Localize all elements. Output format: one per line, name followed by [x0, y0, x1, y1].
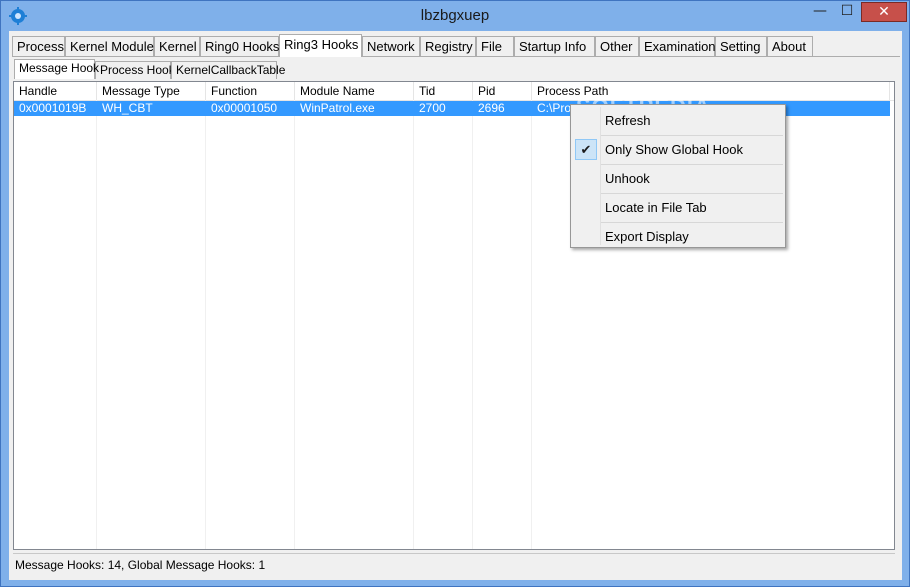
- cell-message-type: WH_CBT: [102, 101, 153, 115]
- tab-process-hook[interactable]: Process Hook: [95, 61, 175, 79]
- column-header-pid[interactable]: Pid: [473, 82, 532, 100]
- list-header: Handle Message Type Function Module Name…: [14, 82, 894, 101]
- menu-item-locate-in-file-tab[interactable]: Locate in File Tab: [573, 194, 783, 221]
- menu-item-refresh[interactable]: Refresh: [573, 107, 783, 134]
- tab-process[interactable]: Process: [12, 36, 65, 56]
- tab-startup-info[interactable]: Startup Info: [514, 36, 595, 56]
- grid-divider: [531, 100, 532, 549]
- title-bar[interactable]: lbzbgxuep — ☐ ✕: [1, 1, 909, 31]
- checkmark-icon: ✔: [575, 139, 597, 160]
- grid-divider: [472, 100, 473, 549]
- close-button[interactable]: ✕: [861, 2, 907, 22]
- menu-item-label: Locate in File Tab: [605, 200, 707, 215]
- app-window: lbzbgxuep — ☐ ✕ Process Kernel Module Ke…: [0, 0, 910, 587]
- grid-divider: [413, 100, 414, 549]
- cell-module-name: WinPatrol.exe: [300, 101, 375, 115]
- menu-item-label: Only Show Global Hook: [605, 142, 744, 157]
- grid-divider: [205, 100, 206, 549]
- menu-item-export-display[interactable]: Export Display: [573, 223, 783, 250]
- column-header-handle[interactable]: Handle: [14, 82, 97, 100]
- column-header-module-name[interactable]: Module Name: [295, 82, 414, 100]
- tab-other[interactable]: Other: [595, 36, 639, 56]
- column-header-tid[interactable]: Tid: [414, 82, 473, 100]
- status-bar: Message Hooks: 14, Global Message Hooks:…: [13, 553, 895, 572]
- sub-tab-strip: Message Hook Process Hook KernelCallback…: [12, 59, 900, 79]
- menu-item-only-show-global-hook[interactable]: ✔ Only Show Global Hook: [573, 136, 783, 163]
- grid-divider: [294, 100, 295, 549]
- tab-about[interactable]: About: [767, 36, 813, 56]
- cell-handle: 0x0001019B: [19, 101, 87, 115]
- menu-item-label: Unhook: [605, 171, 650, 186]
- column-header-function[interactable]: Function: [206, 82, 295, 100]
- window-title: lbzbgxuep: [420, 7, 490, 24]
- menu-item-label: Refresh: [605, 113, 651, 128]
- tab-file[interactable]: File: [476, 36, 514, 56]
- cell-function: 0x00001050: [211, 101, 278, 115]
- tab-kernel-callback-table[interactable]: KernelCallbackTable: [171, 61, 285, 79]
- cell-tid: 2700: [419, 101, 446, 115]
- tab-registry[interactable]: Registry: [420, 36, 476, 56]
- column-header-message-type[interactable]: Message Type: [97, 82, 206, 100]
- tab-ring0-hooks[interactable]: Ring0 Hooks: [200, 36, 279, 56]
- main-tab-strip: Process Kernel Module Kernel Ring0 Hooks…: [12, 34, 900, 57]
- tab-kernel-module[interactable]: Kernel Module: [65, 36, 154, 56]
- grid-divider: [96, 100, 97, 549]
- tab-ring3-hooks[interactable]: Ring3 Hooks: [279, 34, 362, 57]
- menu-item-unhook[interactable]: Unhook: [573, 165, 783, 192]
- menu-item-label: Export Display: [605, 229, 689, 244]
- tab-setting[interactable]: Setting: [715, 36, 767, 56]
- tab-message-hook[interactable]: Message Hook: [14, 59, 99, 79]
- maximize-button[interactable]: ☐: [834, 2, 860, 22]
- context-menu: Refresh ✔ Only Show Global Hook Unhook L…: [570, 104, 786, 248]
- minimize-button[interactable]: —: [807, 2, 833, 22]
- tab-network[interactable]: Network: [362, 36, 420, 56]
- tab-examination[interactable]: Examination: [639, 36, 716, 56]
- tab-kernel[interactable]: Kernel: [154, 36, 200, 56]
- column-header-process-path[interactable]: Process Path: [532, 82, 890, 100]
- cell-pid: 2696: [478, 101, 505, 115]
